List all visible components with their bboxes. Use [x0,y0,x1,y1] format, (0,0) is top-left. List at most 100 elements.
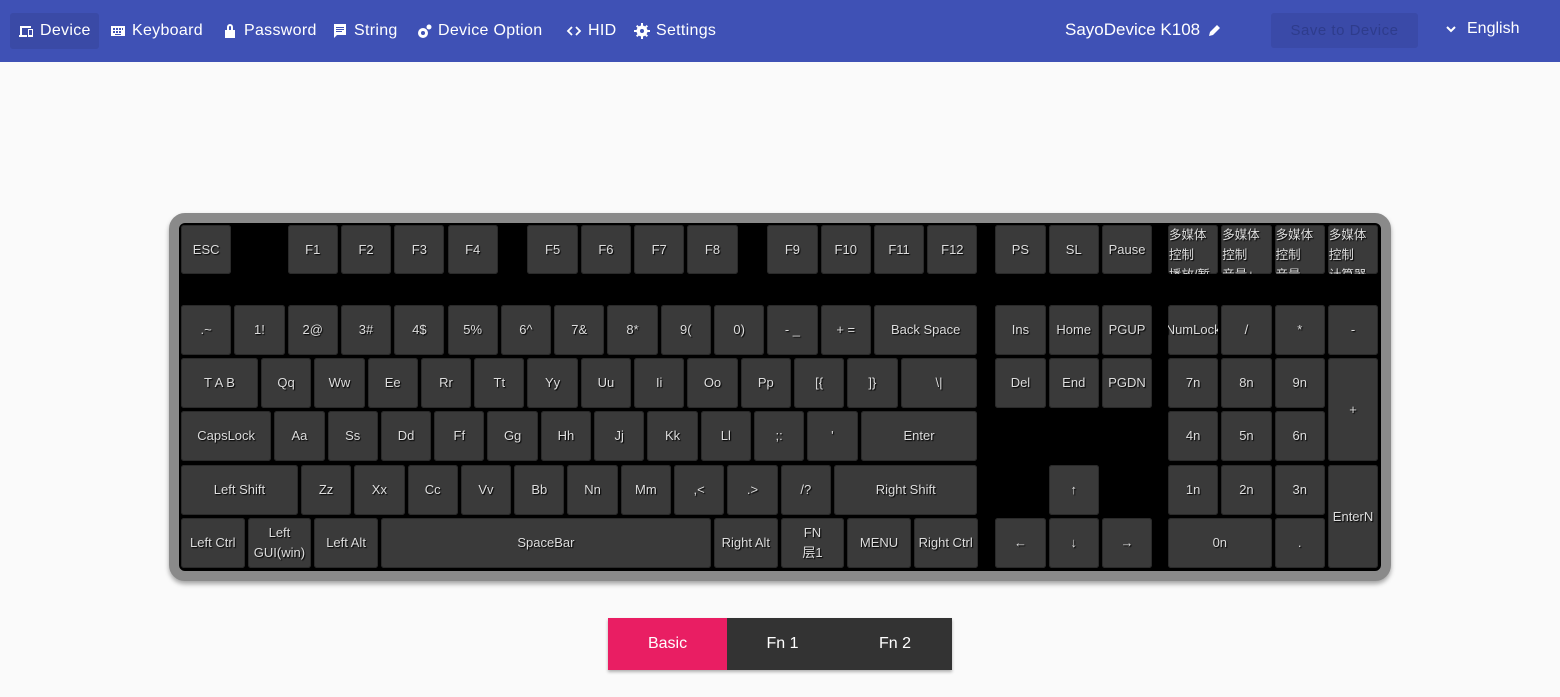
key[interactable]: Home [1048,305,1099,355]
key[interactable]: Yy [527,358,578,408]
key[interactable]: F6 [580,225,632,274]
key[interactable]: Ins [995,305,1046,355]
key[interactable]: Cc [407,465,458,515]
key[interactable]: Pause [1101,225,1153,274]
key[interactable]: .> [727,465,778,515]
key[interactable]: F11 [873,225,925,274]
key[interactable]: 多媒体控制 计算器 [1327,225,1379,274]
key[interactable]: Ff [434,411,485,461]
key[interactable]: Enter [860,411,978,461]
key[interactable]: Dd [380,411,432,461]
key[interactable]: Oo [687,358,738,408]
tab-fn1[interactable]: Fn 1 [727,618,838,670]
key[interactable]: Ss [327,411,378,461]
key[interactable]: EnterN [1327,465,1379,568]
nav-settings[interactable]: Settings [626,13,724,49]
save-to-device-button[interactable]: Save to Device [1271,13,1418,48]
key[interactable]: Bb [514,465,565,515]
nav-hid[interactable]: HID [558,13,624,49]
nav-keyboard[interactable]: Keyboard [102,13,211,49]
key[interactable]: Right Alt [714,518,778,568]
key[interactable]: SL [1048,225,1099,274]
key[interactable]: 4$ [394,305,445,355]
key[interactable]: Left Alt [314,518,378,568]
key[interactable]: Xx [354,465,405,515]
key[interactable]: ' [807,411,858,461]
key[interactable]: 6^ [500,305,552,355]
key[interactable]: T A B [181,358,258,408]
key[interactable]: Tt [474,358,525,408]
key[interactable]: Rr [420,358,472,408]
key[interactable]: 1n [1168,465,1219,515]
key[interactable]: FN 层1 [780,518,845,568]
key[interactable]: .~ [181,305,232,355]
key[interactable]: PS [995,225,1046,274]
key[interactable]: 多媒体控制 音量- [1274,225,1325,274]
key[interactable]: / [1221,305,1272,355]
nav-password[interactable]: Password [214,13,325,49]
key[interactable]: /? [780,465,831,515]
key[interactable]: F5 [527,225,578,274]
key[interactable]: F9 [767,225,818,274]
key[interactable]: 5n [1221,411,1272,461]
nav-device[interactable]: Device [10,13,99,49]
key[interactable]: ↓ [1048,518,1099,568]
key[interactable]: F4 [447,225,498,274]
key[interactable]: Ll [700,411,751,461]
key[interactable]: 1! [234,305,285,355]
key[interactable]: Jj [594,411,645,461]
key[interactable]: Ww [314,358,365,408]
key[interactable]: Gg [487,411,538,461]
pencil-icon[interactable] [1208,23,1222,37]
key[interactable]: \| [900,358,978,408]
key[interactable]: 7n [1168,358,1219,408]
key[interactable]: 2@ [287,305,338,355]
key[interactable]: Left Ctrl [181,518,245,568]
key[interactable]: Right Shift [833,465,978,515]
key[interactable]: Nn [567,465,618,515]
key[interactable]: Ii [634,358,685,408]
key[interactable]: ]} [847,358,898,408]
key[interactable]: Kk [647,411,698,461]
key[interactable]: 6n [1274,411,1325,461]
key[interactable]: ↑ [1048,465,1099,515]
key[interactable]: Hh [540,411,592,461]
key[interactable]: 0n [1168,518,1272,568]
nav-device-option[interactable]: Device Option [408,13,550,49]
key[interactable]: 多媒体控制 播放/暂停 [1168,225,1219,274]
key[interactable]: . [1274,518,1325,568]
key[interactable]: → [1101,518,1153,568]
key[interactable]: PGUP [1101,305,1153,355]
key[interactable]: Uu [580,358,632,408]
key[interactable]: ;: [753,411,805,461]
key[interactable]: 8* [607,305,658,355]
key[interactable]: Pp [740,358,791,408]
key[interactable]: F8 [687,225,738,274]
key[interactable]: 8n [1221,358,1272,408]
key[interactable]: + = [820,305,871,355]
key[interactable]: Del [995,358,1046,408]
key[interactable]: - _ [767,305,818,355]
key[interactable]: ,< [674,465,725,515]
key[interactable]: ← [995,518,1046,568]
key[interactable]: Zz [300,465,352,515]
key[interactable]: 3# [340,305,392,355]
tab-basic[interactable]: Basic [608,618,727,670]
key[interactable]: Right Ctrl [913,518,978,568]
key[interactable]: Ee [367,358,418,408]
key[interactable]: 0) [714,305,765,355]
key[interactable]: ESC [181,225,232,274]
key[interactable]: - [1327,305,1379,355]
key[interactable]: Qq [260,358,312,408]
key[interactable]: [{ [793,358,845,408]
key[interactable]: Back Space [873,305,978,355]
key[interactable]: Aa [274,411,325,461]
key[interactable]: + [1327,358,1379,461]
key[interactable]: F10 [820,225,871,274]
device-name[interactable]: SayoDevice K108 [1065,20,1222,40]
key[interactable]: Left GUI(win) [247,518,312,568]
key[interactable]: F12 [927,225,978,274]
key[interactable]: Left Shift [181,465,298,515]
language-select[interactable]: English [1445,20,1519,38]
key[interactable]: End [1048,358,1099,408]
